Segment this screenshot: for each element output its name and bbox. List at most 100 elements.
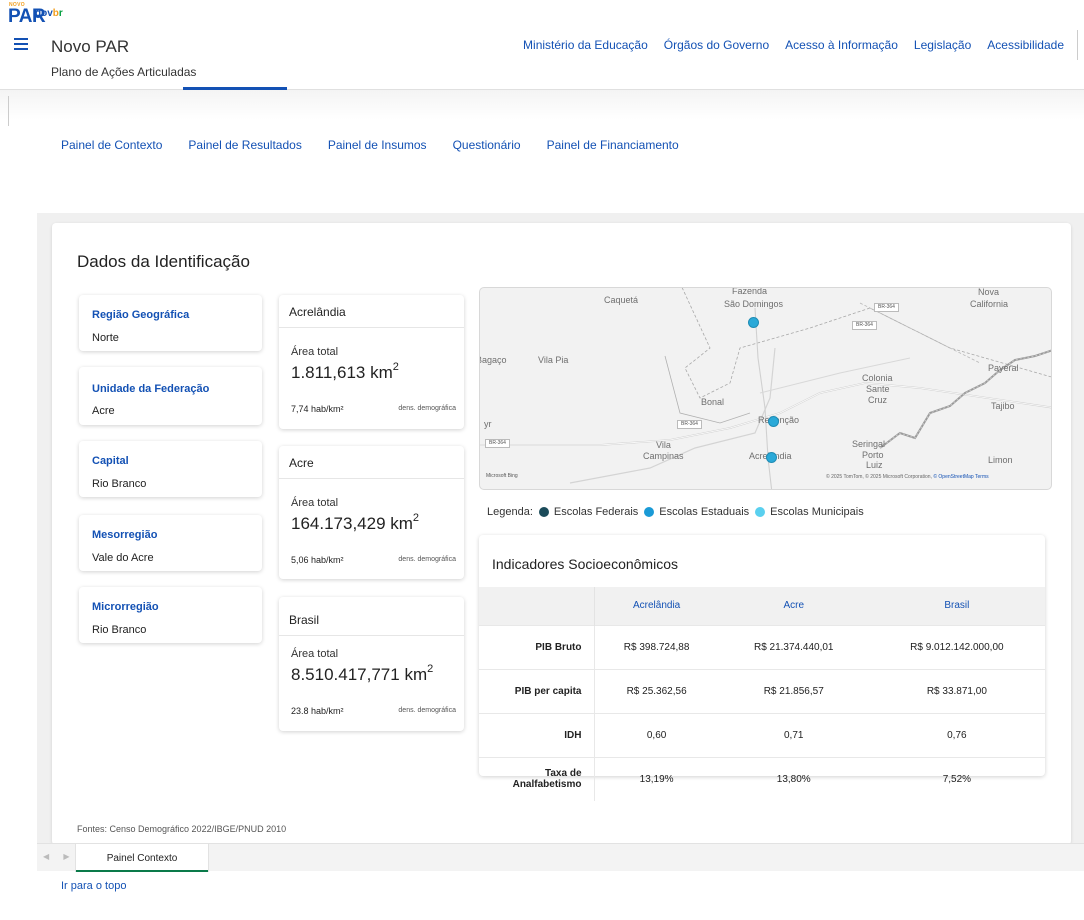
table-cell: 7,52% [868,756,1045,801]
card-value: Acre [92,405,115,417]
map-provider-logo: Microsoft Bing [486,473,518,479]
row-label: Taxa de Analfabetismo [479,756,595,801]
hamburger-menu-icon[interactable] [14,38,28,50]
indicators-title: Indicadores Socioeconômicos [492,556,678,572]
map-legend: Legenda: Escolas Federais Escolas Estadu… [487,506,864,518]
indicators-card: Indicadores Socioeconômicos Acrelândia A… [479,535,1045,801]
area-total-value: 8.510.417,771 km2 [291,663,434,684]
density-label: dens. demográfica [398,405,456,412]
road-shield: BR-364 [677,420,702,429]
panel-nav: Painel de Contexto Painel de Resultados … [61,138,679,152]
schools-map[interactable]: Caquetá Fazenda São Domingos California … [479,287,1052,490]
map-label: Bonal [701,397,725,407]
map-label: Colonia [862,373,893,383]
table-cell: 0,60 [594,712,719,757]
map-school-marker[interactable] [768,416,779,427]
link-ministerio-educacao[interactable]: Ministério da Educação [523,38,648,52]
tab-scroll-arrows-icon[interactable]: ◀ ▶ [43,852,76,861]
table-cell: R$ 9.012.142.000,00 [868,624,1045,669]
tab-painel-resultados[interactable]: Painel de Resultados [188,138,301,152]
density-value: 23.8 hab/km² [291,706,344,716]
area-total-label: Área total [291,648,339,660]
top-separator [1077,30,1078,60]
map-label: Fazenda [732,287,768,296]
row-label: IDH [479,712,595,757]
area-total-value: 1.811,613 km2 [291,361,399,382]
map-label: Sante [866,384,890,394]
card-mesorregiao: Mesorregião Vale do Acre [79,515,262,571]
table-cell: R$ 398.724,88 [594,624,719,669]
card-value: Rio Branco [92,478,147,490]
legend-dot-municipal [755,507,766,517]
card-label: Microrregião [92,601,159,613]
area-total-value: 164.173,429 km2 [291,512,420,533]
govbr-logo: govbr [35,8,63,19]
table-cell: 0,71 [718,712,869,757]
legend-label: Escolas Federais [553,506,639,518]
left-divider [8,96,9,126]
table-cell: 13,80% [718,756,869,801]
card-label: Unidade da Federação [92,383,210,395]
column-header: Acrelândia [594,587,719,625]
area-total-label: Área total [291,497,339,509]
map-label: Bagaço [479,355,507,365]
tab-painel-financiamento[interactable]: Painel de Financiamento [547,138,679,152]
column-header: Acre [718,587,869,625]
legend-dot-estadual [644,507,655,517]
card-unidade-federacao: Unidade da Federação Acre [79,367,262,425]
road-shield: BR-364 [874,303,899,312]
section-title: Dados da Identificação [77,252,250,271]
map-label: Luiz [866,460,883,470]
map-school-marker[interactable] [748,317,759,328]
tab-label: Painel Contexto [106,853,178,864]
table-cell: 0,76 [868,712,1045,757]
table-row: Taxa de Analfabetismo 13,19% 13,80% 7,52… [479,756,1045,801]
card-label: Mesorregião [92,529,158,541]
area-card-acrelandia: Acrelândia Área total 1.811,613 km2 7,74… [279,295,464,429]
data-source-note: Fontes: Censo Demográfico 2022/IBGE/PNUD… [77,824,287,834]
table-cell: R$ 33.871,00 [868,668,1045,713]
link-orgaos-governo[interactable]: Órgãos do Governo [664,38,769,52]
map-attribution: © 2025 TomTom, © 2025 Microsoft Corporat… [826,474,989,480]
novo-par-logo[interactable]: NOVO PAR govbr [8,2,68,32]
card-label: Região Geográfica [92,309,190,321]
map-label: Vila [656,440,671,450]
map-label: Caquetá [604,295,639,305]
density-label: dens. demográfica [398,707,456,714]
link-legislacao[interactable]: Legislação [914,38,971,52]
app-subtitle: Plano de Ações Articuladas [51,65,197,79]
map-school-marker[interactable] [766,452,777,463]
tab-questionario[interactable]: Questionário [453,138,521,152]
table-cell: R$ 21.374.440,01 [718,624,869,669]
card-microrregiao: Microrregião Rio Branco [79,587,262,643]
card-value: Vale do Acre [92,552,154,564]
legend-dot-federal [538,507,549,517]
tab-painel-insumos[interactable]: Painel de Insumos [328,138,427,152]
back-to-top-link[interactable]: Ir para o topo [61,880,126,892]
legend-title: Legenda: [487,506,533,518]
report-page-tabs: ◀ ▶ Painel Contexto [37,843,1084,872]
header-shadow [0,90,1084,120]
tab-active-indicator [76,870,208,872]
link-acesso-informacao[interactable]: Acesso à Informação [785,38,898,52]
area-card-name: Brasil [289,613,320,627]
indicators-table: Acrelândia Acre Brasil PIB Bruto R$ 398.… [479,587,1045,801]
road-shield: BR-364 [485,439,510,448]
density-value: 5,06 hab/km² [291,555,344,565]
map-label: Payeral [988,363,1019,373]
area-card-name: Acrelândia [289,305,346,319]
map-label: São Domingos [724,299,784,309]
table-row: IDH 0,60 0,71 0,76 [479,712,1045,757]
density-label: dens. demográfica [398,556,456,563]
app-title: Novo PAR [51,37,130,56]
table-row: PIB Bruto R$ 398.724,88 R$ 21.374.440,01… [479,624,1045,669]
tab-painel-contexto[interactable]: Painel de Contexto [61,138,162,152]
table-cell: R$ 21.856,57 [718,668,869,713]
link-acessibilidade[interactable]: Acessibilidade [987,38,1064,52]
map-label: Tajibo [991,401,1015,411]
card-capital: Capital Rio Branco [79,441,262,497]
legend-label: Escolas Estaduais [659,506,750,518]
tab-painel-contexto-page[interactable]: Painel Contexto [75,844,209,872]
map-label: Limon [988,455,1013,465]
column-header: Brasil [868,587,1045,625]
